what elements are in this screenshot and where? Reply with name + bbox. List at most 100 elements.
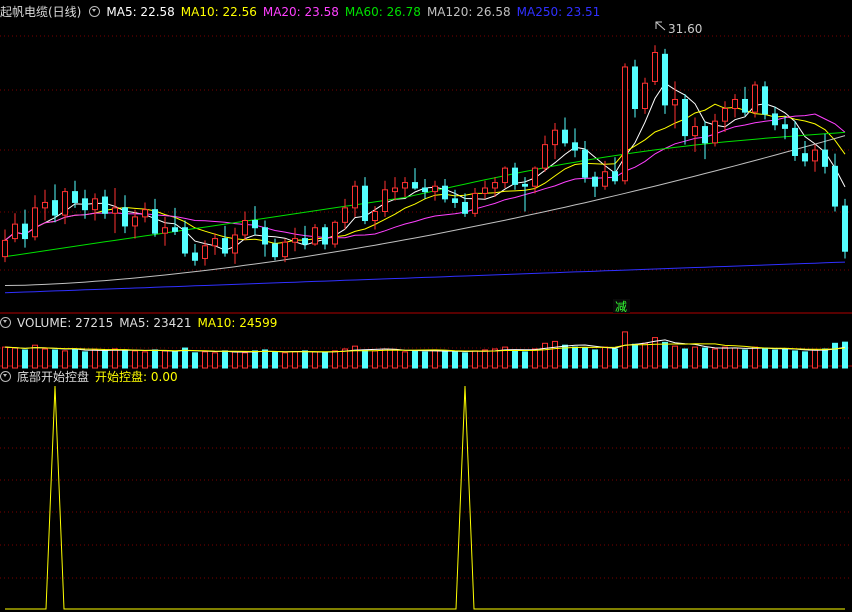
volume-bar: [832, 342, 838, 369]
volume-bar: [662, 341, 668, 369]
candle-body: [372, 210, 378, 222]
candle-body: [762, 86, 768, 115]
candle-body: [32, 207, 38, 238]
candle-body: [722, 108, 728, 122]
volume-bar: [132, 350, 138, 369]
high-marker: 31.60: [655, 21, 702, 36]
candle-body: [802, 153, 808, 162]
volume-bar: [52, 349, 58, 369]
volume-bar: [442, 350, 448, 369]
volume-bar: [392, 349, 398, 369]
candle-body: [622, 66, 628, 182]
candle-body: [662, 53, 668, 106]
candle-body: [312, 227, 318, 245]
volume-bar: [612, 348, 618, 369]
volume-bar: [822, 348, 828, 369]
volume-bar: [812, 349, 818, 369]
volume-bar: [232, 351, 238, 369]
volume-bar: [712, 348, 718, 369]
volume-bar: [102, 350, 108, 369]
candle-body: [122, 207, 128, 227]
volume-bar: [252, 350, 258, 369]
candle-body: [732, 98, 738, 110]
volume-bar: [42, 348, 48, 369]
indicator-series-line: [5, 385, 845, 610]
candle-body: [82, 198, 88, 211]
ma20-line: [4, 113, 846, 241]
candle-body: [232, 234, 238, 254]
candle-body: [812, 149, 818, 162]
candle-body: [682, 98, 688, 137]
volume-bar: [12, 347, 18, 369]
candle-body: [692, 126, 698, 137]
ma20-readout: MA20: 23.58: [262, 5, 339, 19]
candle-body: [642, 82, 648, 110]
candle-body: [822, 149, 828, 167]
candle-body: [2, 239, 8, 258]
candle-body: [432, 185, 438, 193]
ma5-readout: MA5: 22.58: [106, 5, 175, 19]
volume-bar: [72, 348, 78, 369]
panel-menu-icon[interactable]: [89, 6, 101, 17]
volume-bar: [472, 350, 478, 369]
ma5-line: [4, 82, 846, 251]
candle-body: [102, 196, 108, 214]
volume-bar: [592, 349, 598, 369]
candle-body: [542, 144, 548, 169]
candle-body: [92, 198, 98, 211]
candle-body: [52, 200, 58, 216]
volume-bar: [432, 349, 438, 369]
volume-menu-icon[interactable]: [0, 317, 11, 328]
candle-body: [352, 185, 358, 209]
candle-body: [72, 191, 78, 203]
volume-bar: [262, 349, 268, 369]
candle-body: [322, 227, 328, 245]
ma120-line: [4, 135, 846, 286]
volume-bar: [292, 351, 298, 369]
volume-bar: [282, 352, 288, 369]
candle-body: [452, 198, 458, 203]
volume-bar: [142, 351, 148, 369]
ma10-line: [4, 103, 846, 245]
volume-bar: [382, 348, 388, 369]
candle-body: [192, 252, 198, 261]
volume-bar: [202, 351, 208, 369]
candle-body: [782, 124, 788, 129]
indicator-line: [5, 385, 845, 610]
candle-body: [582, 149, 588, 178]
volume-bar: [372, 350, 378, 369]
candle-body: [202, 245, 208, 259]
volume-bar: [752, 346, 758, 369]
volume-bar: [122, 349, 128, 369]
volume-bar: [532, 348, 538, 369]
signal-label-text: 减: [615, 300, 627, 314]
signal-label: 减: [613, 299, 630, 314]
volume-bar: [582, 347, 588, 369]
ma10-readout: MA10: 22.56: [180, 5, 257, 19]
candle-body: [412, 182, 418, 189]
volume-bar: [152, 349, 158, 369]
volume-bar: [772, 349, 778, 369]
candle-body: [12, 223, 18, 240]
candle-body: [302, 238, 308, 245]
candle-body: [392, 187, 398, 193]
candle-body: [252, 220, 258, 229]
candle-body: [382, 189, 388, 212]
volume-bar: [742, 349, 748, 369]
ma250-line: [4, 261, 846, 294]
indicator-menu-icon[interactable]: [0, 371, 11, 382]
candle-body: [562, 129, 568, 144]
candle-body: [162, 227, 168, 234]
volume-bar: [222, 350, 228, 369]
volume-bar: [32, 344, 38, 369]
indicator-title: 底部开始控盘: [17, 370, 90, 384]
volume-bar: [512, 350, 518, 369]
volume-readout: VOLUME: 27215: [17, 316, 114, 330]
volume-bar: [302, 350, 308, 369]
candle-body: [532, 167, 538, 187]
candle-body: [712, 120, 718, 144]
volume-bar: [692, 346, 698, 369]
high-marker-label: 31.60: [668, 22, 702, 36]
volume-bar: [492, 348, 498, 369]
volume-bar: [362, 349, 368, 369]
